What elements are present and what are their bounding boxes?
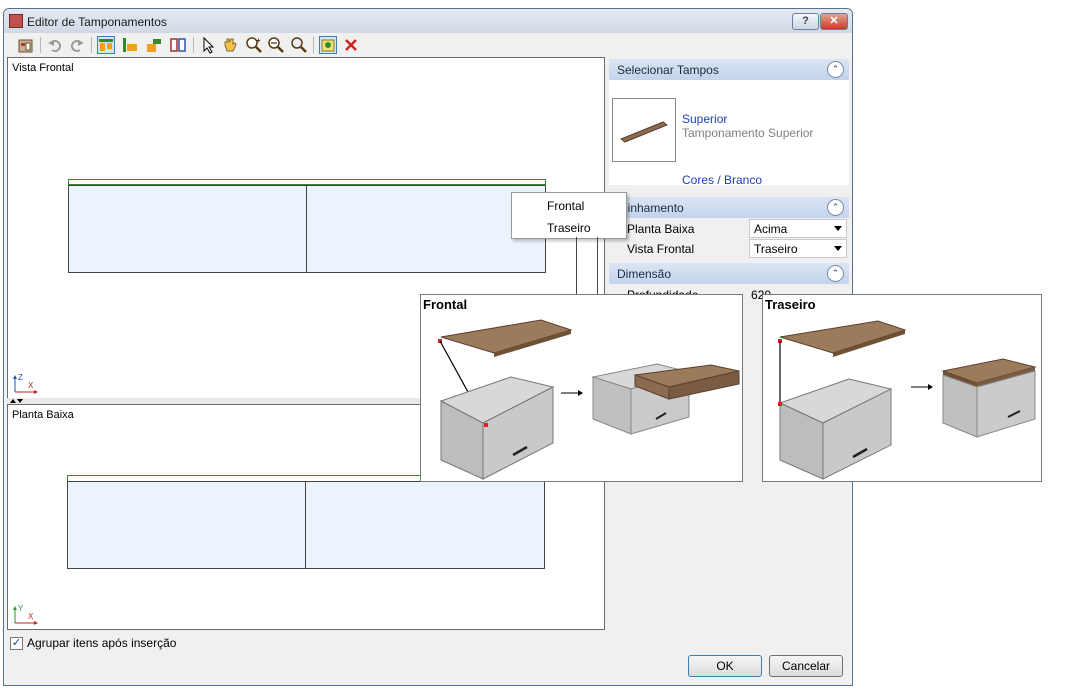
top-item-name[interactable]: Superior	[682, 112, 727, 126]
top-item-card[interactable]: Superior Tamponamento Superior Cores / B…	[609, 80, 849, 187]
pan-hand-icon[interactable]	[221, 36, 239, 54]
title-bar[interactable]: Editor de Tamponamentos ? ✕	[4, 9, 852, 33]
alignment-header[interactable]: Alinhamento ⌃	[609, 197, 849, 218]
collapse-icon[interactable]: ⌃	[827, 61, 844, 78]
group-items-label: Agrupar itens após inserção	[27, 636, 177, 650]
toolbar-separator	[91, 37, 92, 53]
select-tops-header[interactable]: Selecionar Tampos ⌃	[609, 59, 849, 80]
toolbar-separator	[193, 37, 194, 53]
traseiro-preview-tooltip: Traseiro	[762, 294, 1042, 482]
cabinet-divider	[305, 481, 306, 569]
align-corner-icon[interactable]	[145, 36, 163, 54]
toolbar-separator	[40, 37, 41, 53]
toolbar-separator	[313, 37, 314, 53]
dimension-title: Dimensão	[617, 267, 672, 281]
close-button[interactable]: ✕	[820, 13, 848, 30]
frontal-preview-tooltip: Frontal	[420, 294, 743, 482]
alignment-dropdown-list: Frontal Traseiro	[511, 192, 627, 239]
row-label: Planta Baixa	[627, 222, 695, 236]
cabinet-front[interactable]	[68, 185, 546, 273]
front-view-label: Vista Frontal	[12, 62, 74, 74]
row-label: Vista Frontal	[627, 242, 695, 256]
dropdown-option-frontal[interactable]: Frontal	[547, 199, 584, 213]
top-item-description: Tamponamento Superior	[682, 126, 814, 140]
undo-icon[interactable]	[46, 36, 64, 54]
top-item-color-link[interactable]: Cores / Branco	[682, 173, 762, 187]
delete-icon[interactable]	[342, 36, 360, 54]
dropdown-option-traseiro[interactable]: Traseiro	[547, 221, 591, 235]
zoom-out-icon[interactable]	[267, 36, 285, 54]
chevron-down-icon	[834, 226, 842, 231]
alignment-row-plan: Planta Baixa Acima	[609, 219, 849, 239]
new-icon[interactable]	[17, 36, 35, 54]
front-alignment-select[interactable]: Traseiro	[749, 239, 847, 258]
group-items-checkbox[interactable]: ✓	[10, 637, 23, 650]
axis-x-label: X	[28, 381, 34, 390]
axis-x-label: X	[28, 612, 34, 621]
redo-icon[interactable]	[68, 36, 86, 54]
select-value: Traseiro	[754, 242, 798, 256]
insert-top-icon[interactable]	[319, 36, 337, 54]
window-title: Editor de Tamponamentos	[27, 15, 167, 29]
cabinet-plan[interactable]	[67, 481, 545, 569]
collapse-icon[interactable]: ⌃	[827, 199, 844, 216]
plan-view-label: Planta Baixa	[12, 409, 74, 421]
frontal-preview-illustration	[438, 319, 740, 480]
zoom-fit-icon[interactable]	[290, 36, 308, 54]
align-left-icon[interactable]	[121, 36, 139, 54]
side-by-side-icon[interactable]	[169, 36, 187, 54]
traseiro-preview-illustration	[778, 320, 1037, 480]
select-arrow-icon[interactable]	[199, 36, 217, 54]
chevron-down-icon	[834, 246, 842, 251]
svg-text:+: +	[256, 36, 261, 45]
axis-gizmo	[13, 375, 38, 394]
select-tops-title: Selecionar Tampos	[617, 63, 719, 77]
cancel-button[interactable]: Cancelar	[769, 655, 843, 677]
top-thumbnail	[612, 98, 676, 162]
align-top-icon[interactable]	[97, 36, 115, 54]
axis-gizmo	[13, 606, 38, 625]
collapse-icon[interactable]: ⌃	[827, 265, 844, 282]
select-value: Acima	[754, 222, 788, 236]
help-button[interactable]: ?	[792, 13, 819, 30]
alignment-title: Alinhamento	[617, 201, 684, 215]
ok-button[interactable]: OK	[688, 655, 762, 677]
cabinet-divider	[306, 185, 307, 273]
plan-alignment-select[interactable]: Acima	[749, 219, 847, 238]
axis-y-label: Y	[18, 604, 24, 613]
alignment-row-front: Vista Frontal Traseiro	[609, 239, 849, 259]
zoom-in-icon[interactable]: +	[245, 36, 263, 54]
tooltip-connector	[576, 237, 577, 294]
dimension-header[interactable]: Dimensão ⌃	[609, 263, 849, 284]
axis-z-label: Z	[18, 373, 23, 382]
app-icon	[9, 14, 23, 28]
toolbar: +	[4, 33, 852, 57]
